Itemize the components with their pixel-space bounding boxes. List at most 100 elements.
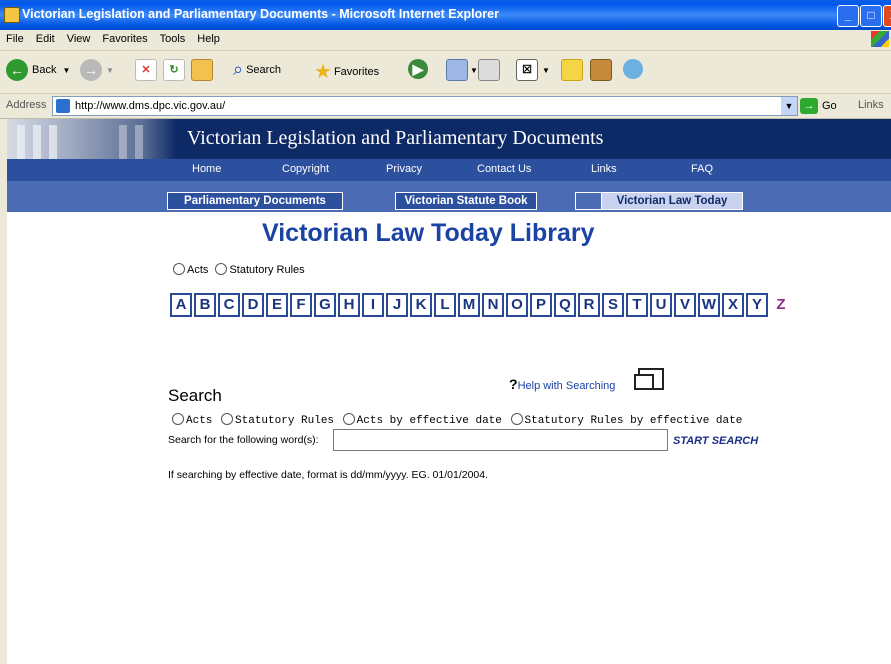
tab-victorian-statute-book[interactable]: Victorian Statute Book bbox=[395, 192, 537, 210]
radio-browse-acts[interactable] bbox=[173, 263, 185, 275]
letter-i[interactable]: I bbox=[362, 293, 384, 317]
letter-f[interactable]: F bbox=[290, 293, 312, 317]
search-icon: ⌕ bbox=[233, 59, 244, 79]
window-border bbox=[0, 119, 7, 664]
go-label: Go bbox=[822, 100, 837, 112]
messenger-icon[interactable] bbox=[623, 59, 643, 79]
menu-view[interactable]: View bbox=[61, 30, 97, 45]
back-dropdown-icon[interactable]: ▼ bbox=[62, 66, 70, 75]
tab-victorian-law-today[interactable]: Victorian Law Today bbox=[601, 192, 743, 210]
radio-search-rules-by-date[interactable] bbox=[510, 413, 523, 425]
tab-parliamentary-documents[interactable]: Parliamentary Documents bbox=[167, 192, 343, 210]
letter-p[interactable]: P bbox=[530, 293, 552, 317]
back-button[interactable]: ← Back ▼ bbox=[6, 59, 70, 81]
radio-search-statutory-rules[interactable] bbox=[221, 413, 234, 425]
letter-r[interactable]: R bbox=[578, 293, 600, 317]
letter-l[interactable]: L bbox=[434, 293, 456, 317]
letter-q[interactable]: Q bbox=[554, 293, 576, 317]
letter-c[interactable]: C bbox=[218, 293, 240, 317]
links-button[interactable]: Links bbox=[858, 99, 884, 111]
forward-button[interactable]: → ▼ bbox=[80, 59, 114, 81]
letter-z: Z bbox=[776, 296, 786, 313]
radio-search-acts-by-date[interactable] bbox=[342, 413, 355, 425]
edit-dropdown-icon[interactable]: ▼ bbox=[542, 66, 550, 75]
address-label: Address bbox=[6, 99, 47, 111]
page-icon bbox=[56, 99, 70, 113]
tab-spacer bbox=[575, 192, 603, 210]
stop-icon[interactable]: ✕ bbox=[135, 59, 157, 81]
letter-s[interactable]: S bbox=[602, 293, 624, 317]
home-icon[interactable] bbox=[191, 59, 213, 81]
favorites-star-icon: ★ bbox=[314, 61, 332, 83]
letter-u[interactable]: U bbox=[650, 293, 672, 317]
favorites-button[interactable]: ★ Favorites bbox=[314, 59, 379, 84]
nav-privacy[interactable]: Privacy bbox=[386, 163, 422, 175]
letter-k[interactable]: K bbox=[410, 293, 432, 317]
site-banner: Victorian Legislation and Parliamentary … bbox=[7, 119, 891, 159]
letter-n[interactable]: N bbox=[482, 293, 504, 317]
radio-browse-statutory-rules[interactable] bbox=[215, 263, 228, 275]
help-with-searching-link[interactable]: ?Help with Searching bbox=[509, 368, 664, 392]
menu-edit[interactable]: Edit bbox=[30, 30, 61, 45]
browse-statutory-rules-label: Statutory Rules bbox=[229, 264, 305, 276]
section-tabs: Parliamentary Documents Victorian Statut… bbox=[7, 181, 891, 212]
refresh-icon[interactable]: ↻ bbox=[163, 59, 185, 81]
search-heading: Search bbox=[168, 386, 222, 405]
start-search-button[interactable]: START SEARCH bbox=[673, 435, 758, 447]
nav-copyright[interactable]: Copyright bbox=[282, 163, 329, 175]
menu-bar: File Edit View Favorites Tools Help bbox=[0, 30, 891, 51]
search-input[interactable] bbox=[333, 429, 668, 451]
letter-m[interactable]: M bbox=[458, 293, 480, 317]
address-field[interactable]: http://www.dms.dpc.vic.gov.au/ ▼ bbox=[52, 96, 798, 116]
nav-home[interactable]: Home bbox=[192, 163, 221, 175]
mail-icon[interactable] bbox=[446, 59, 468, 81]
close-button[interactable]: X bbox=[883, 5, 891, 27]
letter-w[interactable]: W bbox=[698, 293, 720, 317]
search-rules-by-date-label: Statutory Rules by effective date bbox=[524, 415, 743, 427]
letter-b[interactable]: B bbox=[194, 293, 216, 317]
letter-x[interactable]: X bbox=[722, 293, 744, 317]
menu-help[interactable]: Help bbox=[191, 30, 226, 45]
letter-v[interactable]: V bbox=[674, 293, 696, 317]
search-button[interactable]: ⌕ Search bbox=[233, 59, 281, 80]
radio-search-acts[interactable] bbox=[172, 413, 184, 425]
letter-g[interactable]: G bbox=[314, 293, 336, 317]
discuss-icon[interactable] bbox=[561, 59, 583, 81]
forward-arrow-icon: → bbox=[80, 59, 102, 81]
address-url[interactable]: http://www.dms.dpc.vic.gov.au/ bbox=[75, 100, 225, 112]
letter-t[interactable]: T bbox=[626, 293, 648, 317]
go-button[interactable]: → Go bbox=[800, 98, 837, 114]
maximize-button[interactable]: □ bbox=[860, 5, 882, 27]
nav-faq[interactable]: FAQ bbox=[691, 163, 713, 175]
research-icon[interactable] bbox=[590, 59, 612, 81]
mail-dropdown-icon[interactable]: ▼ bbox=[470, 66, 478, 75]
new-window-icon bbox=[634, 368, 664, 390]
site-title: Victorian Legislation and Parliamentary … bbox=[187, 127, 604, 149]
letter-h[interactable]: H bbox=[338, 293, 360, 317]
help-with-searching-label: Help with Searching bbox=[517, 380, 616, 392]
menu-file[interactable]: File bbox=[0, 30, 30, 45]
menu-tools[interactable]: Tools bbox=[154, 30, 192, 45]
minimize-button[interactable]: _ bbox=[837, 5, 859, 27]
letter-y[interactable]: Y bbox=[746, 293, 768, 317]
letter-d[interactable]: D bbox=[242, 293, 264, 317]
nav-links[interactable]: Links bbox=[591, 163, 617, 175]
search-acts-by-date-label: Acts by effective date bbox=[356, 415, 502, 427]
back-arrow-icon: ← bbox=[6, 59, 28, 81]
search-acts-label: Acts bbox=[186, 415, 213, 427]
address-dropdown-icon[interactable]: ▼ bbox=[781, 97, 797, 115]
letter-a[interactable]: A bbox=[170, 293, 192, 317]
letter-o[interactable]: O bbox=[506, 293, 528, 317]
alphabet-index: A B C D E F G H I J K L M N O P Q R S T … bbox=[170, 293, 794, 317]
date-format-note: If searching by effective date, format i… bbox=[168, 469, 489, 481]
print-icon[interactable] bbox=[478, 59, 500, 81]
ie-window-icon bbox=[4, 7, 20, 23]
forward-dropdown-icon[interactable]: ▼ bbox=[106, 66, 114, 75]
edit-icon[interactable]: ☒ bbox=[516, 59, 538, 81]
media-icon[interactable]: ▶ bbox=[408, 59, 428, 79]
menu-favorites[interactable]: Favorites bbox=[96, 30, 153, 45]
letter-j[interactable]: J bbox=[386, 293, 408, 317]
title-bar: Victorian Legislation and Parliamentary … bbox=[0, 0, 891, 30]
letter-e[interactable]: E bbox=[266, 293, 288, 317]
nav-contact-us[interactable]: Contact Us bbox=[477, 163, 531, 175]
